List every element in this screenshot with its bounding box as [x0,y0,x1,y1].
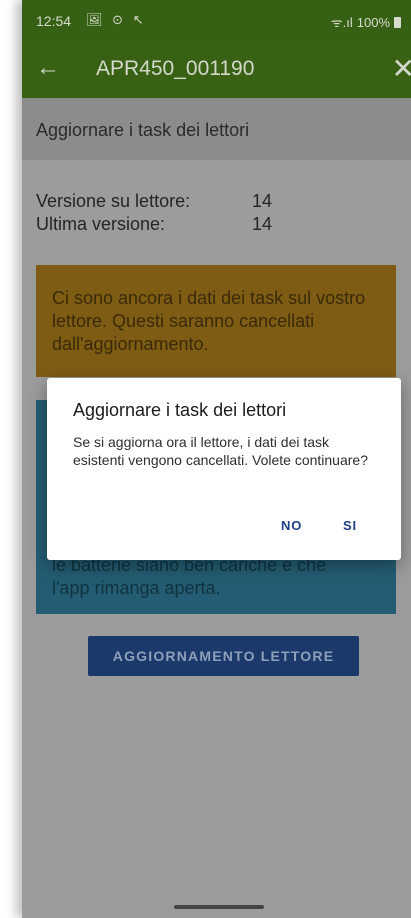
info-text: le batterie siano ben cariche e che l'ap… [52,554,382,600]
battery-icon [394,16,401,28]
dialog-yes-button[interactable]: SI [343,518,357,533]
dialog-message: Se si aggiorna ora il lettore, i dati de… [73,434,368,468]
reader-version-label: Versione su lettore: [36,191,191,211]
close-icon[interactable]: ✕ [392,52,411,85]
confirm-dialog: Aggiornare i task dei lettori Se si aggi… [47,378,401,560]
version-info: Versione su lettore: 14 Ultima versione:… [36,190,272,236]
latest-version-label: Ultima versione: [36,214,166,234]
status-right: ᯤ.ıl 100% [331,13,401,31]
signal-icon: ᯤ.ıl [330,15,353,30]
phone-screen: 12:54 🖼 ⊙ ↖ ᯤ.ıl 100% ← APR450_001190 ✕ … [22,0,411,918]
dialog-title: Aggiornare i task dei lettori [73,400,287,420]
back-arrow-icon[interactable]: ← [36,54,60,82]
latest-version-value: 14 [252,214,273,234]
section-title: Aggiornare i task dei lettori [36,120,250,140]
status-time: 12:54 [36,13,72,29]
latest-version-row: Ultima versione: 14 [36,213,272,236]
info-text-line-2: l'app rimanga aperta. [52,578,221,598]
notification-icons: 🖼 ⊙ ↖ [86,12,147,27]
reader-version-row: Versione su lettore: 14 [36,190,272,213]
page-title: APR450_001190 [96,57,255,80]
dialog-no-button[interactable]: NO [281,518,302,533]
update-reader-button[interactable]: AGGIORNAMENTO LETTORE [88,636,359,676]
app-bar: ← APR450_001190 ✕ [22,40,411,98]
battery-percentage: 100% [356,14,390,30]
warning-text: Ci sono ancora i dati dei task sul vostr… [52,288,366,354]
navigation-handle[interactable] [174,905,264,909]
reader-version-value: 14 [252,191,273,211]
warning-box: Ci sono ancora i dati dei task sul vostr… [36,265,396,377]
status-bar: 12:54 🖼 ⊙ ↖ ᯤ.ıl 100% [22,0,411,40]
section-header: Aggiornare i task dei lettori [22,98,411,160]
